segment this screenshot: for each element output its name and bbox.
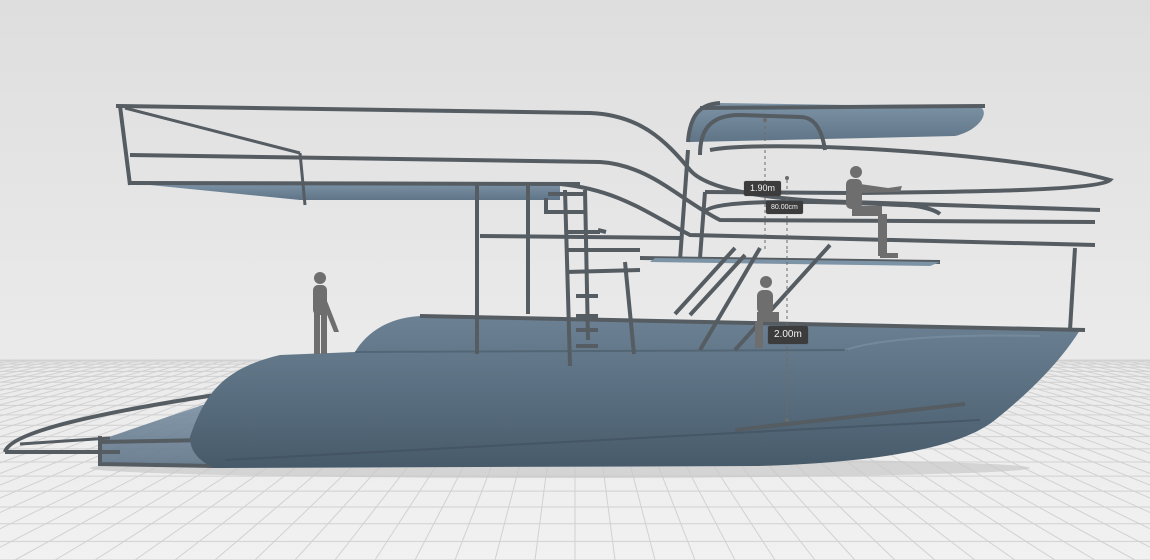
3d-viewport[interactable]: 1.90m 80.00cm 2.00m: [0, 0, 1150, 560]
dimension-label-deck-height: 2.00m: [768, 326, 808, 344]
grid-line: [1050, 359, 1150, 383]
human-figure-helm: [846, 166, 902, 258]
grid-line: [0, 359, 100, 383]
grid-line: [1120, 359, 1150, 367]
boat-scene[interactable]: [0, 0, 1150, 560]
human-figure-standing: [313, 272, 339, 354]
grid-line: [0, 359, 30, 367]
dimension-label-rail-height: 80.00cm: [766, 201, 803, 214]
dimension-label-headroom: 1.90m: [744, 181, 782, 196]
